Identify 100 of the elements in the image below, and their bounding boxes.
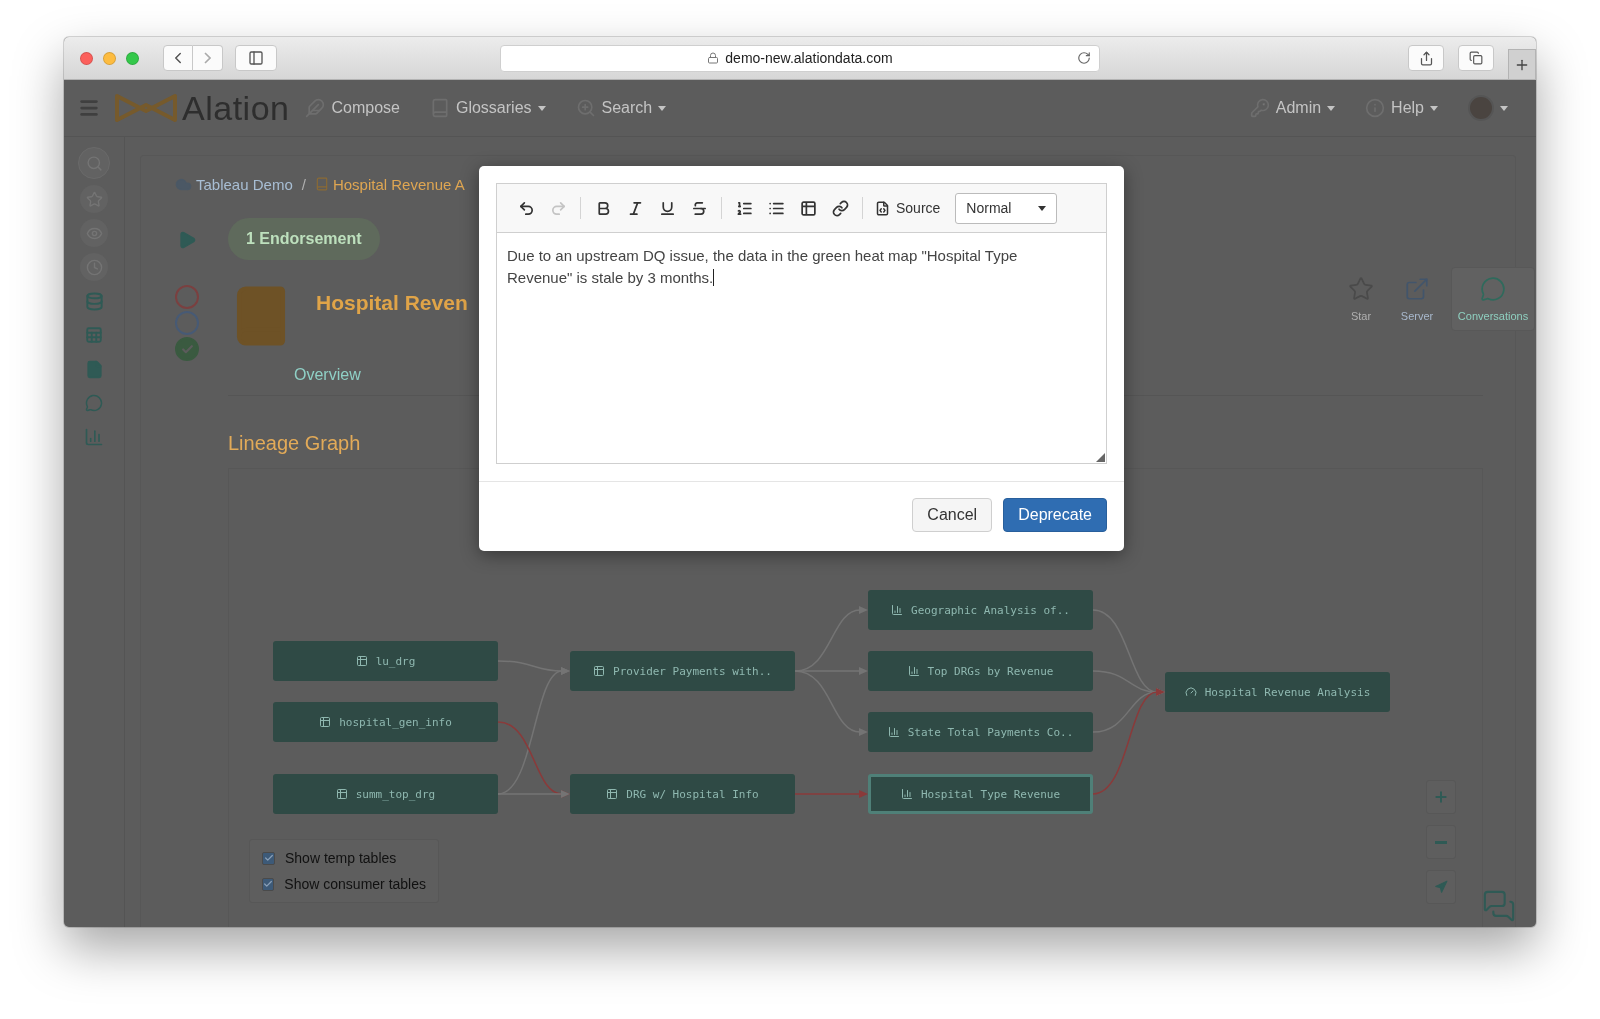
checkbox[interactable]: [262, 851, 275, 865]
check-circle-icon[interactable]: [175, 337, 199, 361]
table-icon: [319, 716, 332, 728]
bar-chart-icon: [907, 665, 920, 677]
minus-icon: [1435, 840, 1447, 844]
locate-button[interactable]: [1426, 870, 1456, 904]
resize-grip[interactable]: [1096, 453, 1105, 462]
lineage-node[interactable]: Hospital Type Revenue: [868, 774, 1093, 814]
lineage-node[interactable]: Hospital Revenue Analysis: [1165, 672, 1390, 712]
lineage-node[interactable]: Provider Payments with..: [570, 651, 795, 691]
clock-icon[interactable]: [80, 253, 108, 281]
table-icon: [799, 199, 817, 217]
lineage-node[interactable]: DRG w/ Hospital Info: [570, 774, 795, 814]
table-icon: [355, 655, 368, 667]
play-icon[interactable]: [177, 230, 197, 250]
link-icon: [831, 199, 849, 217]
nav-link[interactable]: Admin: [1249, 98, 1336, 118]
breadcrumb-link[interactable]: Tableau Demo: [175, 175, 293, 193]
share-icon: [1418, 50, 1434, 66]
deprecate-button[interactable]: Deprecate: [1003, 497, 1107, 532]
check-icon: [263, 879, 274, 889]
zoom-in-button[interactable]: [1426, 780, 1456, 814]
lineage-node[interactable]: State Total Payments Co..: [868, 712, 1093, 752]
minimize-window-button[interactable]: [103, 51, 116, 65]
plus-icon: [1433, 789, 1449, 805]
lineage-node[interactable]: Top DRGs by Revenue: [868, 651, 1093, 691]
share-button[interactable]: [1408, 45, 1444, 71]
avatar: [1468, 95, 1494, 121]
table-icon: [606, 788, 619, 800]
sidebar-icon: [248, 50, 264, 66]
node-label: Hospital Type Revenue: [920, 787, 1061, 801]
source-button[interactable]: Source: [870, 194, 946, 222]
editor-text: Due to an upstream DQ issue, the data in the green heat map "Hospital Type Revenue" is stale by 3 months.: [507, 246, 1019, 288]
nav-link[interactable]: Search: [575, 98, 667, 118]
tabs-button[interactable]: [1458, 45, 1494, 71]
logo-icon: [114, 93, 178, 123]
lineage-node[interactable]: lu_drg: [273, 641, 498, 681]
nav-link[interactable]: Compose: [305, 98, 400, 118]
undo-icon: [517, 199, 535, 217]
bar-chart-icon: [887, 726, 900, 738]
cancel-button[interactable]: Cancel: [912, 497, 993, 532]
address-bar[interactable]: demo-new.alationdata.com: [500, 44, 1100, 72]
checkbox-option[interactable]: Show consumer tables: [262, 876, 426, 892]
editor-text-area[interactable]: Due to an upstream DQ issue, the data in the green heat map "Hospital Type Revenue" is stale by 3 months.: [497, 233, 1106, 463]
caret-icon: [1038, 205, 1047, 211]
status-circle[interactable]: [175, 285, 199, 309]
star-button[interactable]: Star: [1339, 267, 1383, 331]
breadcrumb-separator: /: [301, 175, 306, 193]
page-title: Hospital Reven: [316, 291, 468, 315]
lineage-node[interactable]: summ_top_drg: [273, 774, 498, 814]
caret-icon: [1430, 105, 1438, 111]
redo-icon: [549, 199, 567, 217]
external-link-icon: [1404, 276, 1430, 302]
lineage-node[interactable]: Geographic Analysis of..: [868, 590, 1093, 630]
reload-icon[interactable]: [1077, 51, 1091, 65]
search-icon[interactable]: [78, 147, 110, 179]
zoom-window-button[interactable]: [126, 51, 139, 65]
user-menu[interactable]: [1468, 95, 1508, 121]
numbered-list-icon: [735, 199, 753, 217]
table-icon: [335, 788, 348, 800]
lock-icon: [707, 52, 720, 64]
server-button[interactable]: Server: [1395, 267, 1439, 331]
checkbox-option[interactable]: Show temp tables: [262, 850, 426, 866]
forward-button[interactable]: [193, 45, 223, 71]
conversations-button[interactable]: Conversations: [1451, 267, 1535, 331]
bar-chart-icon: [891, 604, 903, 616]
speech-bubble-icon: [1480, 276, 1506, 302]
breadcrumb-link[interactable]: Hospital Revenue A: [314, 175, 465, 193]
node-label: Top DRGs by Revenue: [927, 664, 1054, 678]
node-label: hospital_gen_info: [339, 715, 452, 729]
key-icon: [1249, 98, 1270, 118]
gauge-icon: [1184, 686, 1197, 698]
caret-icon: [1500, 105, 1508, 111]
node-label: Geographic Analysis of..: [911, 603, 1070, 617]
underline-icon: [658, 199, 676, 217]
nav-link[interactable]: Help: [1365, 98, 1438, 118]
check-icon: [263, 853, 274, 863]
node-label: summ_top_drg: [355, 787, 436, 801]
checkbox[interactable]: [262, 877, 275, 891]
eye-icon[interactable]: [80, 219, 108, 247]
new-tab-button[interactable]: [1508, 49, 1536, 79]
book-icon: [314, 177, 329, 191]
tab[interactable]: Overview: [294, 365, 361, 385]
help-chat-icon[interactable]: [1482, 889, 1516, 923]
endorsement-badge[interactable]: 1 Endorsement: [228, 218, 380, 260]
lineage-node[interactable]: hospital_gen_info: [273, 702, 498, 742]
navigation-arrow-icon: [1434, 880, 1448, 894]
back-button[interactable]: [163, 45, 193, 71]
menu-icon[interactable]: [78, 97, 100, 119]
strikethrough-icon: [690, 199, 708, 217]
node-label: DRG w/ Hospital Info: [626, 787, 759, 801]
nav-link[interactable]: Glossaries: [429, 98, 546, 118]
close-window-button[interactable]: [80, 51, 93, 65]
node-label: State Total Payments Co..: [907, 725, 1074, 739]
zoom-out-button[interactable]: [1426, 825, 1456, 859]
chevron-right-icon: [204, 52, 211, 64]
node-label: Provider Payments with..: [613, 664, 772, 678]
caret-icon: [1327, 105, 1336, 111]
format-select[interactable]: Normal: [955, 192, 1058, 224]
sidebar-button[interactable]: [235, 45, 277, 71]
